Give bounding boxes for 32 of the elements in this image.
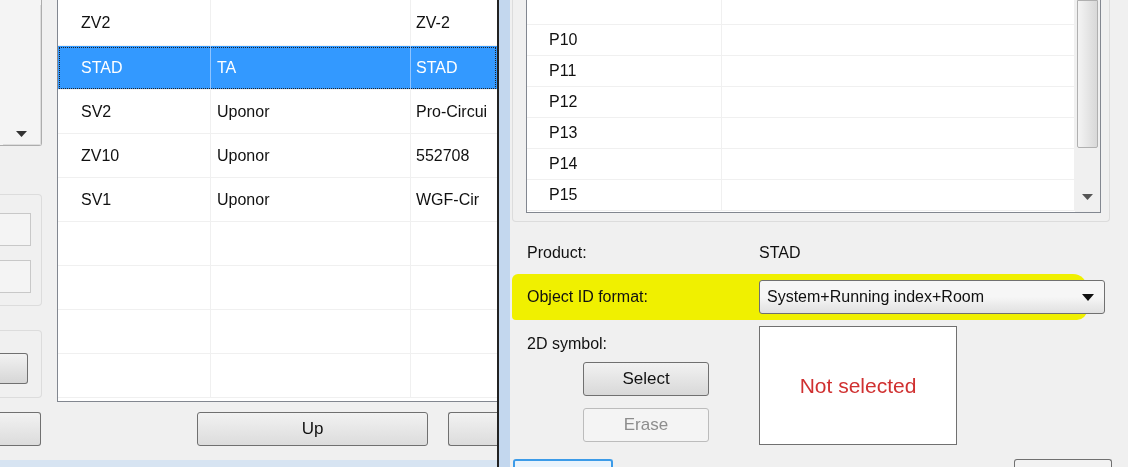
table-cell: STAD xyxy=(58,46,211,89)
table-cell: Uponor xyxy=(211,90,411,133)
field-value: STAD xyxy=(759,243,802,263)
list-item[interactable]: P12 xyxy=(527,87,722,117)
table-cell: ZV10 xyxy=(58,134,211,177)
format-dropdown[interactable]: System+Running index+Room xyxy=(759,280,1105,314)
field-label: Object ID format: xyxy=(527,287,649,307)
preview-text: Not selected xyxy=(799,373,917,398)
list-item[interactable]: P11 xyxy=(527,56,722,86)
scroll-down-icon[interactable] xyxy=(1082,194,1093,200)
table-cell: TA xyxy=(211,46,411,89)
up-button[interactable]: Up xyxy=(197,412,428,446)
table-cell: Uponor xyxy=(211,178,411,221)
list-item[interactable]: P14 xyxy=(527,149,722,179)
table-cell: SV1 xyxy=(58,178,211,221)
field-label: 2D symbol: xyxy=(527,334,609,354)
table-cell: SV2 xyxy=(58,90,211,133)
table-cell: Uponor xyxy=(211,134,411,177)
table-cell: ZV2 xyxy=(58,0,211,45)
field-label: Product: xyxy=(527,243,588,263)
select-button[interactable]: Select xyxy=(583,362,709,396)
button[interactable] xyxy=(0,412,42,446)
input-field[interactable] xyxy=(0,260,31,293)
list-item[interactable]: P15 xyxy=(527,180,722,210)
button[interactable] xyxy=(447,412,497,446)
scrollbar[interactable] xyxy=(1075,0,1100,212)
input-field[interactable] xyxy=(0,213,31,246)
caret-icon xyxy=(1082,293,1094,301)
caret-icon xyxy=(16,130,27,137)
list-item[interactable]: P13 xyxy=(527,118,722,148)
list-item[interactable]: P10 xyxy=(527,25,722,55)
button[interactable] xyxy=(0,353,28,384)
